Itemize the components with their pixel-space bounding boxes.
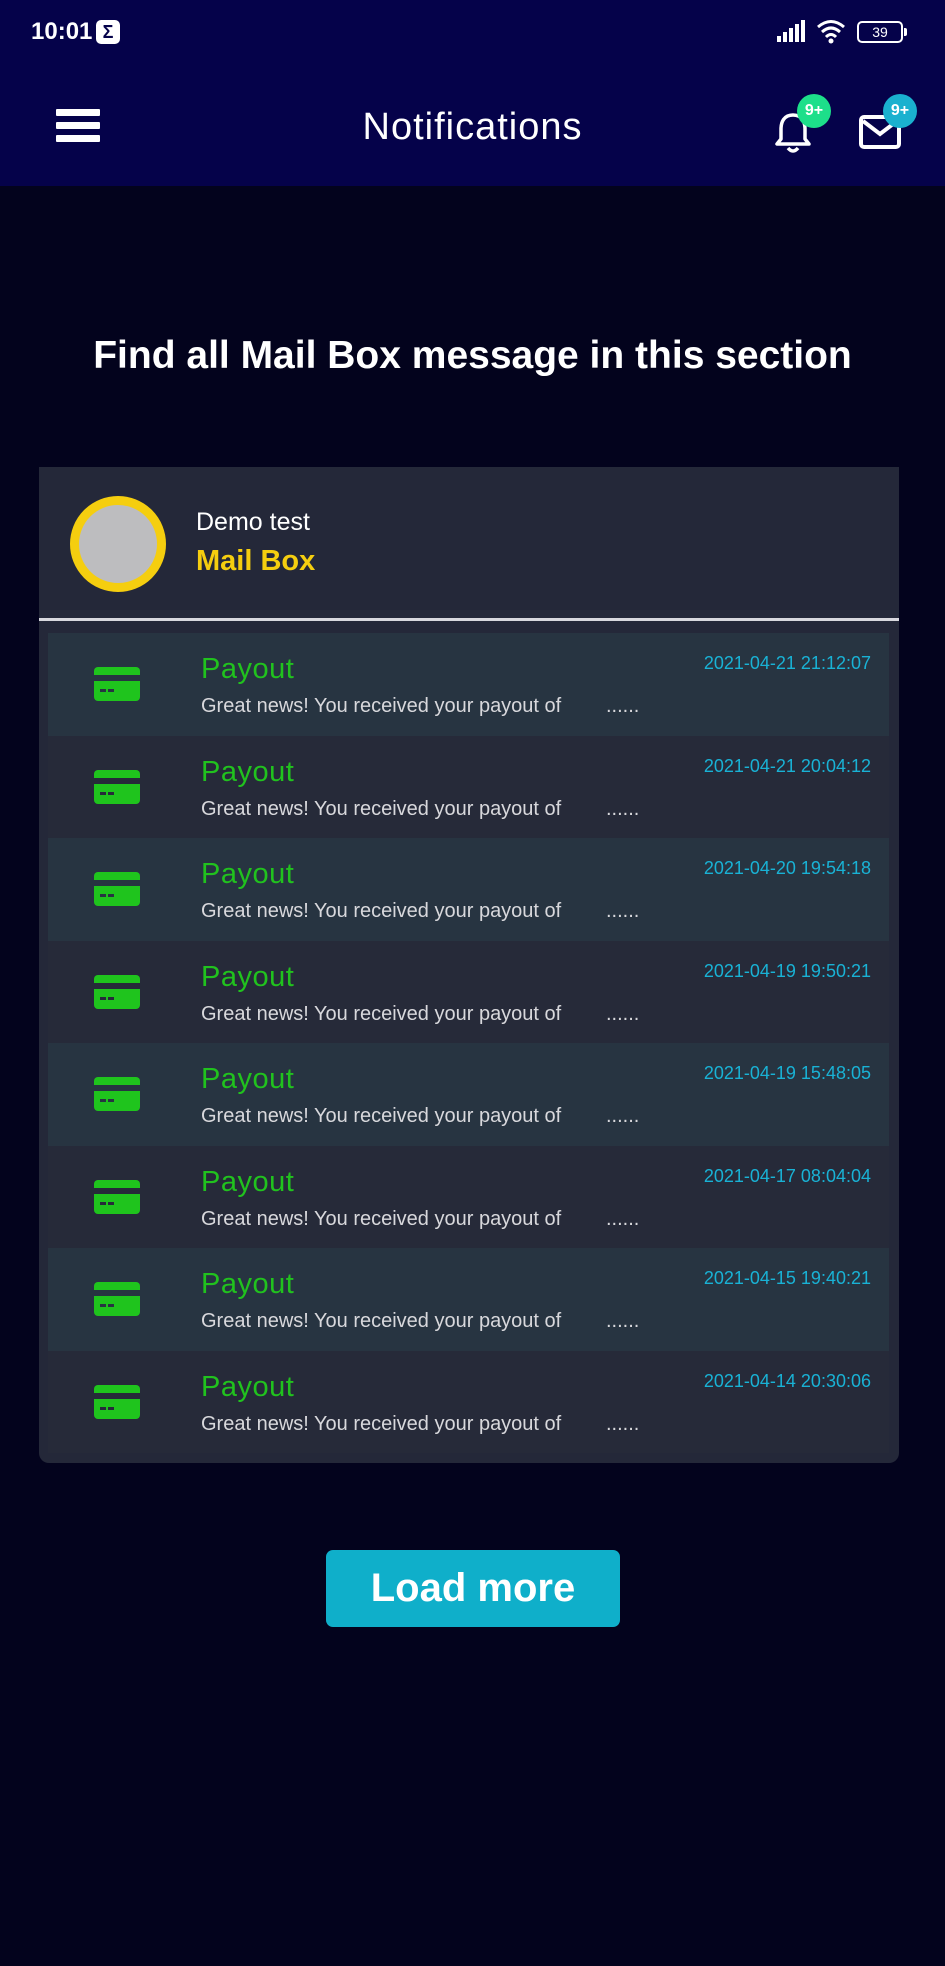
battery-indicator: 39 xyxy=(857,21,907,43)
message-preview: Great news! You received your payout of xyxy=(201,1105,562,1127)
message-date: 2021-04-21 21:12:07 xyxy=(703,653,871,673)
status-bar: 10:01 Σ 39 xyxy=(0,0,945,66)
message-ellipsis: ...... xyxy=(606,900,640,922)
mail-badge: 9+ xyxy=(883,94,917,128)
wifi-icon xyxy=(817,20,845,44)
message-preview: Great news! You received your payout of xyxy=(201,797,562,820)
message-title: Payout xyxy=(201,653,295,685)
load-more-button[interactable]: Load more xyxy=(326,1550,620,1627)
message-row[interactable]: Payout Great news! You received your pay… xyxy=(48,1248,889,1351)
sigma-app-icon: Σ xyxy=(96,20,120,44)
message-title: Payout xyxy=(201,1370,295,1403)
message-title: Payout xyxy=(201,1268,295,1300)
user-name: Demo test xyxy=(196,508,310,536)
message-ellipsis: ...... xyxy=(606,1002,640,1025)
message-date: 2021-04-17 08:04:04 xyxy=(703,1165,871,1186)
credit-card-icon xyxy=(94,974,140,1009)
message-ellipsis: ...... xyxy=(606,1105,640,1127)
message-row[interactable]: Payout Great news! You received your pay… xyxy=(48,940,889,1043)
message-list: Payout Great news! You received your pay… xyxy=(48,633,889,1453)
message-date: 2021-04-19 15:48:05 xyxy=(703,1063,871,1083)
message-date: 2021-04-14 20:30:06 xyxy=(703,1370,871,1391)
card-header: Demo test Mail Box xyxy=(39,467,899,621)
mailbox-card: Demo test Mail Box Payout Great news! Yo… xyxy=(39,467,899,1463)
message-date: 2021-04-19 19:50:21 xyxy=(703,960,871,981)
message-row[interactable]: Payout Great news! You received your pay… xyxy=(48,1043,889,1146)
message-preview: Great news! You received your payout of xyxy=(201,1002,562,1025)
message-preview: Great news! You received your payout of xyxy=(201,1207,562,1230)
credit-card-icon xyxy=(94,1179,140,1214)
message-title: Payout xyxy=(201,960,295,993)
message-ellipsis: ...... xyxy=(606,695,640,717)
message-row[interactable]: Payout Great news! You received your pay… xyxy=(48,735,889,838)
message-preview: Great news! You received your payout of xyxy=(201,1310,562,1332)
message-preview: Great news! You received your payout of xyxy=(201,900,562,922)
message-ellipsis: ...... xyxy=(606,797,640,820)
credit-card-icon xyxy=(94,1384,140,1419)
signal-icon xyxy=(777,20,805,42)
message-date: 2021-04-21 20:04:12 xyxy=(703,755,871,776)
message-preview: Great news! You received your payout of xyxy=(201,1412,562,1435)
section-heading: Find all Mail Box message in this sectio… xyxy=(93,334,852,377)
notification-badge: 9+ xyxy=(797,94,831,128)
message-row[interactable]: Payout Great news! You received your pay… xyxy=(48,1350,889,1453)
credit-card-icon xyxy=(94,667,140,701)
status-time: 10:01 xyxy=(31,18,93,45)
message-title: Payout xyxy=(201,755,295,788)
credit-card-icon xyxy=(94,769,140,804)
message-row[interactable]: Payout Great news! You received your pay… xyxy=(48,633,889,736)
message-title: Payout xyxy=(201,1165,295,1198)
message-date: 2021-04-15 19:40:21 xyxy=(703,1268,871,1288)
message-date: 2021-04-20 19:54:18 xyxy=(703,858,871,878)
credit-card-icon xyxy=(94,1077,140,1111)
app-header: Notifications 9+ 9+ xyxy=(0,66,945,186)
message-preview: Great news! You received your payout of xyxy=(201,695,562,717)
mailbox-label: Mail Box xyxy=(196,545,316,577)
credit-card-icon xyxy=(94,872,140,906)
message-ellipsis: ...... xyxy=(606,1310,640,1332)
message-title: Payout xyxy=(201,858,295,890)
message-row[interactable]: Payout Great news! You received your pay… xyxy=(48,838,889,941)
credit-card-icon xyxy=(94,1282,140,1316)
message-ellipsis: ...... xyxy=(606,1207,640,1230)
message-ellipsis: ...... xyxy=(606,1412,640,1435)
message-title: Payout xyxy=(201,1063,295,1095)
avatar xyxy=(70,496,166,592)
message-row[interactable]: Payout Great news! You received your pay… xyxy=(48,1145,889,1248)
